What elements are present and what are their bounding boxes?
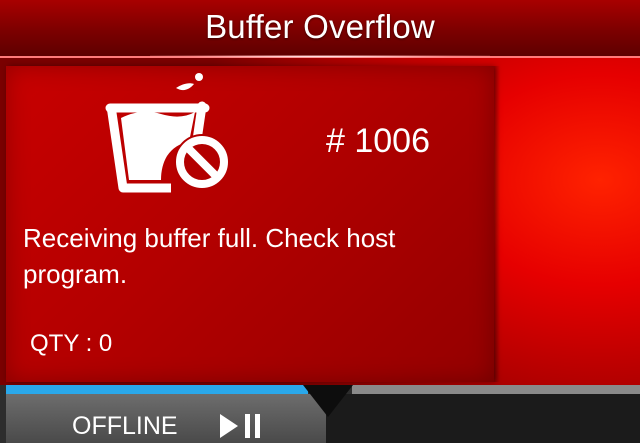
buffer-overflow-icon bbox=[105, 73, 230, 193]
panel-shadow bbox=[494, 66, 500, 382]
status-bar: OFFLINE bbox=[0, 385, 640, 443]
pointer-indicator bbox=[303, 385, 353, 417]
error-code: # 1006 bbox=[326, 122, 430, 160]
quantity-readout: QTY : 0 bbox=[30, 330, 112, 358]
status-indicator-left bbox=[6, 385, 308, 394]
play-pause-icon bbox=[220, 414, 260, 438]
status-indicator-right bbox=[352, 385, 640, 394]
title-bar: Buffer Overflow bbox=[0, 0, 640, 58]
status-area-right bbox=[326, 394, 640, 443]
offline-status-button[interactable]: OFFLINE bbox=[6, 394, 326, 443]
offline-label: OFFLINE bbox=[72, 412, 178, 440]
page-title: Buffer Overflow bbox=[205, 8, 435, 45]
error-screen: Buffer Overflow # 1006 Receiving buffer … bbox=[0, 0, 640, 443]
title-underline bbox=[150, 55, 490, 58]
qty-value: 0 bbox=[98, 330, 113, 357]
qty-separator: : bbox=[78, 330, 99, 357]
error-message: Receiving buffer full. Check host progra… bbox=[23, 223, 396, 289]
qty-label: QTY bbox=[30, 330, 79, 357]
